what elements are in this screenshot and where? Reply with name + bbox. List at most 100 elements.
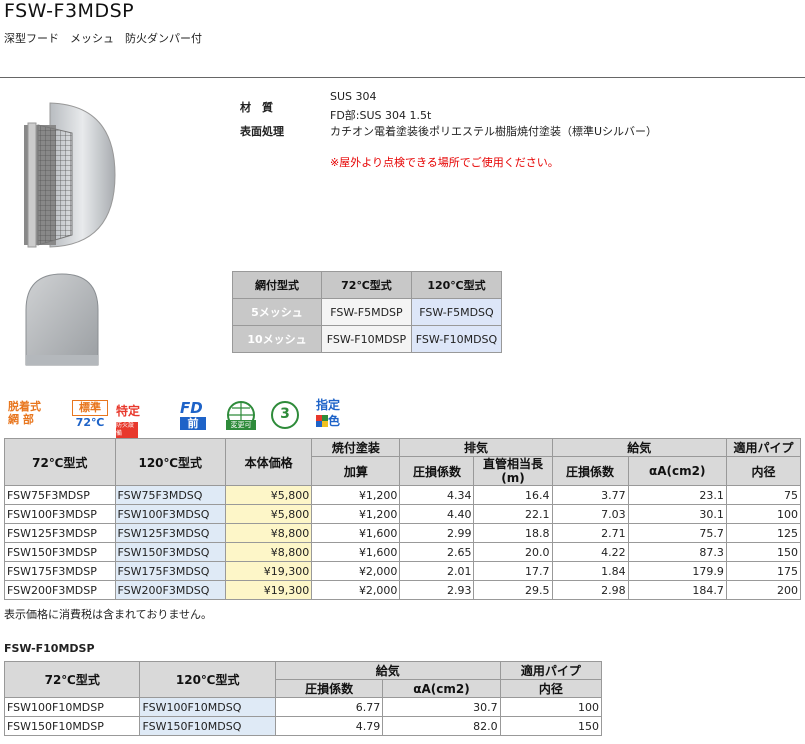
table-cell: 17.7	[473, 561, 553, 581]
mesh-cell-72: FSW-F5MDSP	[320, 298, 412, 326]
table-cell: 150	[499, 716, 603, 736]
tax-note: 表示価格に消費税は含まれておりません。	[4, 608, 213, 621]
page-subtitle: 深型フード メッシュ 防火ダンパー付	[4, 32, 202, 45]
table-cell: FSW125F3MDSP	[4, 523, 116, 543]
table-cell: 100	[499, 697, 603, 717]
table-cell: FSW150F10MDSP	[3, 716, 141, 736]
mesh-cell-120: FSW-F5MDSQ	[410, 298, 503, 326]
table-cell: 23.1	[627, 485, 727, 505]
col-ex-len: 直管相当長 (m)	[473, 456, 553, 486]
col-bake-sub: 加算	[311, 456, 401, 486]
table-cell: 1.84	[551, 561, 629, 581]
table-cell: ¥19,300	[225, 561, 313, 581]
sub-col-pipe-sub: 内径	[499, 679, 603, 698]
table-cell: 75	[725, 485, 802, 505]
standard-72c-badge: 標準 72℃	[72, 400, 108, 436]
specified-fire-badge: 特定 防火設備	[116, 404, 141, 438]
material-label: 材 質	[240, 101, 273, 114]
header-divider	[0, 77, 805, 78]
table-cell: FSW150F3MDSP	[4, 542, 116, 562]
page-title: FSW-F3MDSP	[4, 0, 135, 22]
mesh-row-label: 10メッシュ	[232, 325, 322, 353]
col-pipe: 適用パイプ	[725, 438, 802, 457]
table-cell: 184.7	[627, 580, 727, 600]
table-cell: 6.77	[274, 697, 384, 717]
mesh-row-label: 5メッシュ	[232, 298, 322, 326]
sub-col-pipe: 適用パイプ	[499, 661, 603, 680]
table-row: FSW150F3MDSP FSW150F3MDSQ ¥8,800 ¥1,600 2.65…	[4, 542, 802, 562]
sub-col-aa: αA(cm2)	[382, 679, 501, 698]
mesh-header-120: 120℃型式	[410, 271, 503, 299]
material-value-2: FD部:SUS 304 1.5t	[330, 109, 432, 122]
table-cell: 4.40	[399, 504, 475, 524]
col-su-loss: 圧損係数	[551, 456, 629, 486]
mesh-header-type: 網付型式	[232, 271, 322, 299]
spec-price-table: 72℃型式 120℃型式 本体価格 焼付塗装 排気 給気 適用パイプ 加算 圧損…	[4, 438, 802, 600]
f10-table: 72℃型式 120℃型式 給気 適用パイプ 圧損係数 αA(cm2) 内径 FS…	[3, 661, 603, 736]
year-three-badge: 3	[270, 400, 306, 436]
sub-col-supply: 給気	[274, 661, 501, 680]
usage-warning: ※屋外より点検できる場所でご使用ください。	[330, 156, 559, 169]
fd-front-badge: FD 前	[180, 400, 216, 436]
table-cell: ¥2,000	[311, 561, 401, 581]
col-120: 120℃型式	[114, 438, 227, 486]
sub-col-loss: 圧損係数	[274, 679, 384, 698]
table-cell: 4.22	[551, 542, 629, 562]
table-cell: 3.77	[551, 485, 629, 505]
table-cell: ¥8,800	[225, 542, 313, 562]
mesh-header-72: 72℃型式	[320, 271, 412, 299]
product-photo-hood-front	[25, 273, 99, 366]
material-value-1: SUS 304	[330, 90, 377, 103]
table-cell: 4.34	[399, 485, 475, 505]
table-cell: ¥2,000	[311, 580, 401, 600]
table-cell: FSW175F3MDSP	[4, 561, 116, 581]
table-cell: FSW175F3MDSQ	[114, 561, 227, 581]
table-cell: FSW100F10MDSQ	[139, 697, 276, 717]
table-cell: 18.8	[473, 523, 553, 543]
table-cell: FSW125F3MDSQ	[114, 523, 227, 543]
table-row: FSW200F3MDSP FSW200F3MDSQ ¥19,300 ¥2,000 2.9…	[4, 580, 802, 600]
table-cell: 87.3	[627, 542, 727, 562]
table-cell: 16.4	[473, 485, 553, 505]
table-cell: 82.0	[382, 716, 501, 736]
table-row: FSW125F3MDSP FSW125F3MDSQ ¥8,800 ¥1,600 2.99…	[4, 523, 802, 543]
table-cell: ¥1,200	[311, 485, 401, 505]
mesh-cell-120: FSW-F10MDSQ	[410, 325, 503, 353]
table-cell: ¥5,800	[225, 504, 313, 524]
table-cell: ¥1,200	[311, 504, 401, 524]
surface-value: カチオン電着塗装後ポリエステル樹脂焼付塗装（標準Uシルバー）	[330, 125, 658, 138]
table-cell: ¥5,800	[225, 485, 313, 505]
sub-col-72: 72℃型式	[3, 661, 141, 698]
color-swatch-icon	[316, 414, 328, 427]
table-cell: 2.01	[399, 561, 475, 581]
table-cell: FSW75F3MDSQ	[114, 485, 227, 505]
table-cell: ¥19,300	[225, 580, 313, 600]
table-cell: ¥8,800	[225, 523, 313, 543]
table-row: FSW100F3MDSP FSW100F3MDSQ ¥5,800 ¥1,200 4.40…	[4, 504, 802, 524]
table-cell: 30.1	[627, 504, 727, 524]
table-cell: FSW100F10MDSP	[3, 697, 141, 717]
table-cell: 75.7	[627, 523, 727, 543]
table-cell: FSW75F3MDSP	[4, 485, 116, 505]
col-pipe-sub: 内径	[725, 456, 802, 486]
col-price: 本体価格	[225, 438, 313, 486]
table-cell: 200	[725, 580, 802, 600]
table-cell: ¥1,600	[311, 542, 401, 562]
table-cell: 179.9	[627, 561, 727, 581]
table-cell: ¥1,600	[311, 523, 401, 543]
col-ex-loss: 圧損係数	[399, 456, 475, 486]
detachable-mesh-badge: 脱着式 網 部	[8, 400, 41, 426]
table-cell: 150	[725, 542, 802, 562]
col-supply: 給気	[551, 438, 727, 457]
table-cell: 2.93	[399, 580, 475, 600]
changeable-badge: 変更可	[226, 400, 262, 436]
table-cell: 20.0	[473, 542, 553, 562]
table-cell: FSW150F3MDSQ	[114, 542, 227, 562]
col-72: 72℃型式	[4, 438, 116, 486]
table-cell: FSW200F3MDSQ	[114, 580, 227, 600]
table-row: FSW175F3MDSP FSW175F3MDSQ ¥19,300 ¥2,000 2.0…	[4, 561, 802, 581]
table-cell: 29.5	[473, 580, 553, 600]
table-cell: 22.1	[473, 504, 553, 524]
table-row: FSW100F10MDSP FSW100F10MDSQ 6.77 30.7 100	[3, 697, 603, 717]
table-cell: 2.71	[551, 523, 629, 543]
